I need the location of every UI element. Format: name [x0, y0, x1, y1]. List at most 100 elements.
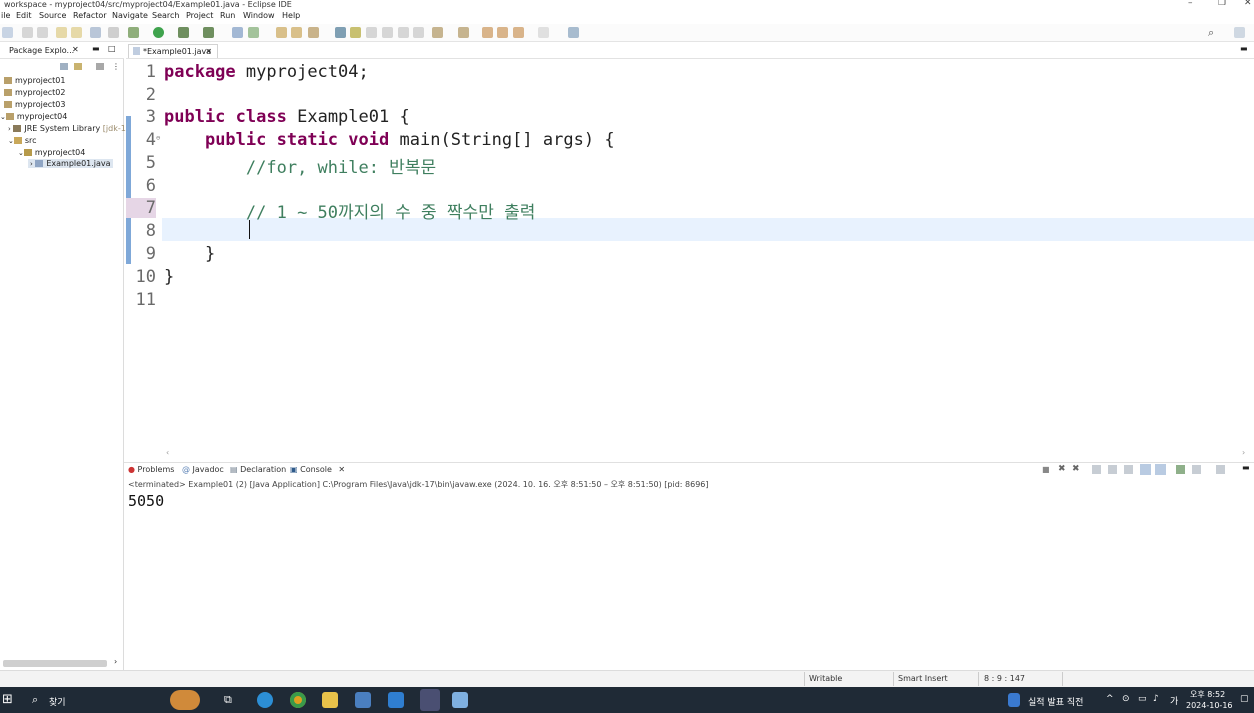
network-icon[interactable]: ⊙ — [1122, 694, 1130, 704]
display-icon[interactable]: ▭ — [1138, 694, 1147, 704]
maximize-icon[interactable]: ❐ — [1218, 0, 1226, 8]
search-tool-icon[interactable] — [308, 27, 319, 38]
tab-console[interactable]: ▣ Console ✕ — [290, 465, 345, 474]
mail-icon[interactable] — [388, 692, 404, 708]
menu-project[interactable]: Project — [186, 11, 213, 20]
open-perspective-icon[interactable] — [568, 27, 579, 38]
coverage-icon[interactable] — [178, 27, 189, 38]
task-view-icon[interactable]: ⧉ — [224, 693, 232, 707]
view-menu-icon[interactable]: ⋮ — [112, 62, 120, 71]
show-whitespace-icon[interactable] — [398, 27, 409, 38]
package-explorer-tab[interactable]: Package Explo... ✕ ▬ □ — [0, 43, 124, 59]
menu-run[interactable]: Run — [220, 11, 235, 20]
clear-console-icon[interactable] — [1092, 465, 1101, 474]
close-icon[interactable]: ✕ — [338, 465, 345, 474]
toggle-block-icon[interactable] — [366, 27, 377, 38]
save-icon[interactable] — [22, 27, 33, 38]
tree-item-myproject02[interactable]: myproject02 — [4, 88, 65, 97]
external-tools-icon[interactable] — [203, 27, 214, 38]
close-icon[interactable]: ✕ — [205, 45, 212, 58]
pin-icon[interactable] — [335, 27, 346, 38]
search-icon[interactable]: ⌕ — [32, 693, 38, 707]
tree-item-myproject03[interactable]: myproject03 — [4, 100, 65, 109]
code-editor[interactable]: 1 2 3 4 5 6 7 8 9 10 11 ⊖ package myproj… — [126, 60, 1254, 452]
prev-annotation-icon[interactable] — [458, 27, 469, 38]
minimize-icon[interactable]: ▬ — [1240, 44, 1248, 53]
taskbar-notification[interactable]: 실적 발표 직전 — [1028, 695, 1083, 708]
forward-icon[interactable] — [513, 27, 524, 38]
scroll-right-icon[interactable]: › — [1242, 448, 1245, 457]
redo-icon[interactable] — [71, 27, 82, 38]
open-task-icon[interactable] — [291, 27, 302, 38]
scroll-right-icon[interactable]: › — [114, 657, 117, 666]
perspective-icon[interactable] — [1234, 27, 1245, 38]
eclipse-icon[interactable] — [420, 689, 440, 711]
show-stdout-icon[interactable] — [1140, 464, 1151, 475]
remove-all-icon[interactable]: ✖ — [1072, 464, 1080, 474]
file-explorer-icon[interactable] — [322, 692, 338, 708]
widget-icon[interactable] — [170, 690, 200, 710]
menu-help[interactable]: Help — [282, 11, 300, 20]
menu-navigate[interactable]: Navigate — [112, 11, 148, 20]
chevron-up-icon[interactable]: ^ — [1106, 694, 1114, 704]
chevron-right-icon[interactable]: › — [30, 160, 33, 168]
scroll-lock-icon[interactable] — [1108, 465, 1117, 474]
editor-scrollbar[interactable]: ‹ › — [126, 448, 1254, 459]
clock-date[interactable]: 2024-10-16 — [1186, 701, 1233, 710]
scroll-left-icon[interactable]: ‹ — [166, 448, 169, 457]
minimize-icon[interactable]: ▬ — [92, 44, 100, 53]
open-type-icon[interactable] — [276, 27, 287, 38]
chevron-right-icon[interactable]: › — [8, 125, 11, 133]
new-java-project-icon[interactable] — [232, 27, 243, 38]
tab-example01[interactable]: *Example01.java ✕ — [128, 44, 218, 58]
ime-indicator[interactable]: 가 — [1170, 694, 1178, 707]
show-stderr-icon[interactable] — [1155, 464, 1166, 475]
terminal-icon[interactable] — [90, 27, 101, 38]
back-icon[interactable] — [497, 27, 508, 38]
menu-file[interactable]: ile — [1, 11, 10, 20]
horizontal-scrollbar[interactable] — [3, 660, 107, 667]
close-icon[interactable]: ✕ — [72, 45, 79, 54]
mark-occurrences-icon[interactable] — [350, 27, 361, 38]
new-icon[interactable] — [2, 27, 13, 38]
open-console-icon[interactable] — [1216, 465, 1225, 474]
search-icon[interactable]: ⌕ — [1208, 27, 1219, 38]
notifications-icon[interactable]: ▢ — [1240, 694, 1249, 704]
menu-source[interactable]: Source — [39, 11, 66, 20]
remove-launch-icon[interactable]: ✖ — [1058, 464, 1066, 474]
store-icon[interactable] — [355, 692, 371, 708]
taskbar-search-label[interactable]: 찾기 — [49, 695, 66, 708]
close-icon[interactable]: ✕ — [1244, 0, 1252, 8]
tree-item-src[interactable]: ⌄ src — [8, 136, 37, 145]
filter-icon[interactable] — [96, 63, 104, 70]
debug-icon[interactable] — [128, 27, 139, 38]
tree-item-example01[interactable]: › Example01.java — [28, 159, 113, 168]
word-wrap-icon[interactable] — [382, 27, 393, 38]
maximize-icon[interactable]: □ — [108, 44, 116, 53]
notepad-icon[interactable] — [452, 692, 468, 708]
undo-icon[interactable] — [56, 27, 67, 38]
save-all-icon[interactable] — [37, 27, 48, 38]
volume-icon[interactable]: ♪ — [1153, 694, 1159, 704]
minimize-icon[interactable]: – — [1188, 0, 1193, 8]
pin-console-icon[interactable] — [1176, 465, 1185, 474]
tab-problems[interactable]: ● Problems — [128, 465, 174, 474]
edge-icon[interactable] — [257, 692, 273, 708]
news-icon[interactable] — [1008, 693, 1020, 707]
tree-item-package[interactable]: ⌄ myproject04 — [18, 148, 85, 157]
skip-breakpoints-icon[interactable] — [108, 27, 119, 38]
menu-window[interactable]: Window — [243, 11, 275, 20]
minimize-icon[interactable]: ▬ — [1242, 463, 1250, 472]
tree-item-jre-library[interactable]: › JRE System Library [jdk-17 — [8, 124, 131, 133]
menu-search[interactable]: Search — [152, 11, 179, 20]
collapse-all-icon[interactable] — [60, 63, 68, 70]
run-icon[interactable] — [153, 27, 164, 38]
tab-javadoc[interactable]: @ Javadoc — [182, 465, 224, 474]
tree-item-myproject01[interactable]: myproject01 — [4, 76, 65, 85]
new-package-icon[interactable] — [248, 27, 259, 38]
forward-disabled-icon[interactable] — [538, 27, 549, 38]
terminate-icon[interactable]: ■ — [1042, 465, 1050, 474]
last-edit-icon[interactable] — [482, 27, 493, 38]
tree-item-myproject04[interactable]: ⌄ myproject04 — [0, 112, 67, 121]
pilcrow-icon[interactable] — [413, 27, 424, 38]
